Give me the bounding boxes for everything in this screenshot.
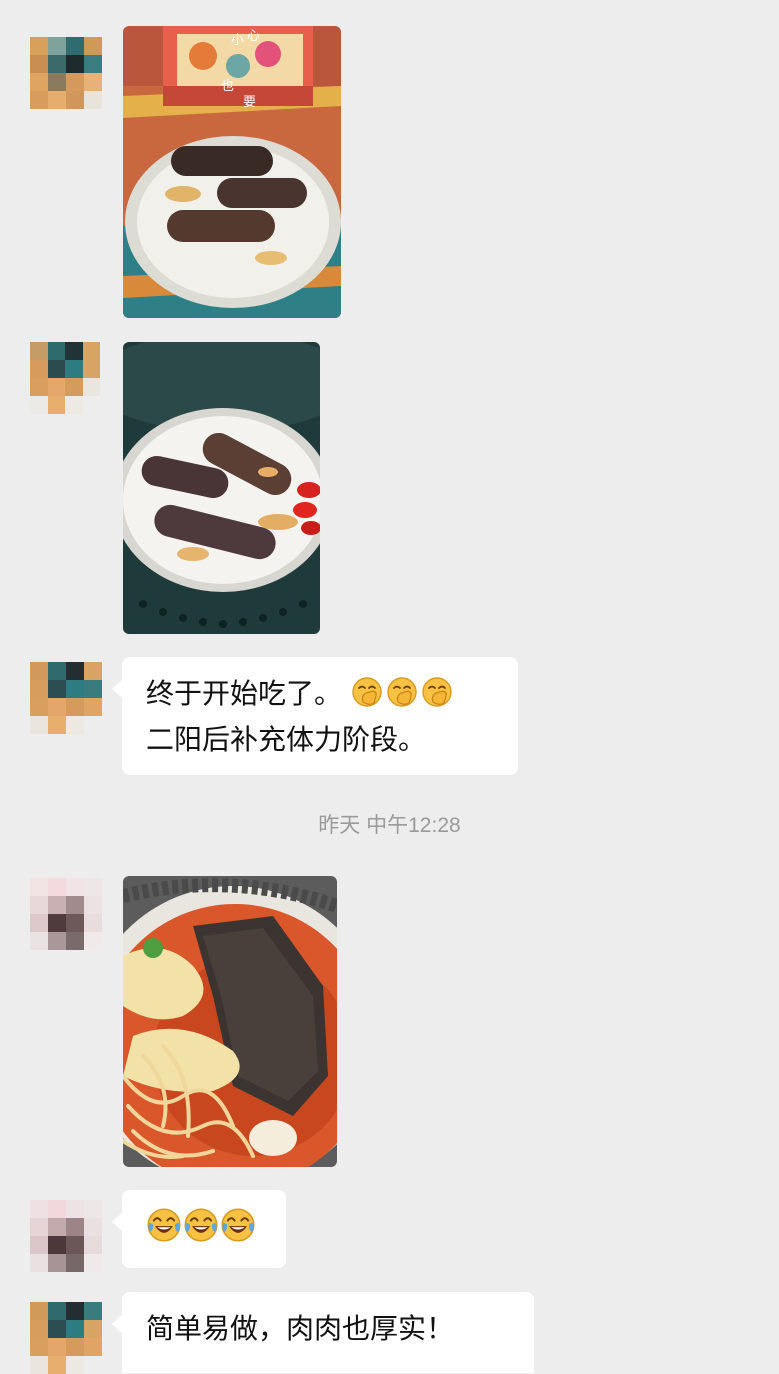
message-bubble[interactable] <box>112 1190 286 1268</box>
photo-sea-cucumber-chili[interactable] <box>123 342 320 634</box>
photo-noodle-soup[interactable] <box>123 876 337 1167</box>
avatar[interactable] <box>30 342 100 414</box>
emoji-group <box>342 677 456 710</box>
grinning-hand-over-mouth-emoji <box>352 677 382 707</box>
message-text: 简单易做，肉肉也厚实！ <box>146 1312 455 1345</box>
emoji-group <box>146 1206 262 1252</box>
svg-text:也: 也 <box>221 79 234 94</box>
tears-of-joy-emoji <box>147 1208 181 1242</box>
message-text: 终于开始吃了。 <box>146 677 343 710</box>
avatar[interactable] <box>30 1200 102 1272</box>
svg-text:要: 要 <box>243 95 256 110</box>
grinning-hand-over-mouth-emoji <box>422 677 452 707</box>
message-bubble[interactable]: 简单易做，肉肉也厚实！ <box>112 1292 534 1373</box>
photo-image <box>123 876 337 1167</box>
tears-of-joy-emoji <box>184 1208 218 1242</box>
message-line: 终于开始吃了。 <box>146 671 494 717</box>
photo-image <box>123 342 320 634</box>
message-text: 二阳后补充体力阶段。 <box>146 723 427 756</box>
tears-of-joy-emoji <box>221 1208 255 1242</box>
svg-text:小: 小 <box>231 33 244 48</box>
chat-message-list: 小心 也要 终于开始吃了。 二阳后补充体力阶段。 昨天 中午12:28 简单易做… <box>0 0 779 1374</box>
photo-image: 小心 也要 <box>123 26 341 318</box>
avatar[interactable] <box>30 1302 102 1374</box>
photo-sea-cucumber-plate[interactable]: 小心 也要 <box>123 26 341 318</box>
avatar[interactable] <box>30 878 102 950</box>
timestamp: 昨天 中午12:28 <box>318 814 461 837</box>
avatar[interactable] <box>30 37 102 109</box>
avatar[interactable] <box>30 662 102 734</box>
message-bubble[interactable]: 终于开始吃了。 二阳后补充体力阶段。 <box>112 657 518 775</box>
svg-text:心: 心 <box>247 29 260 44</box>
grinning-hand-over-mouth-emoji <box>387 677 417 707</box>
